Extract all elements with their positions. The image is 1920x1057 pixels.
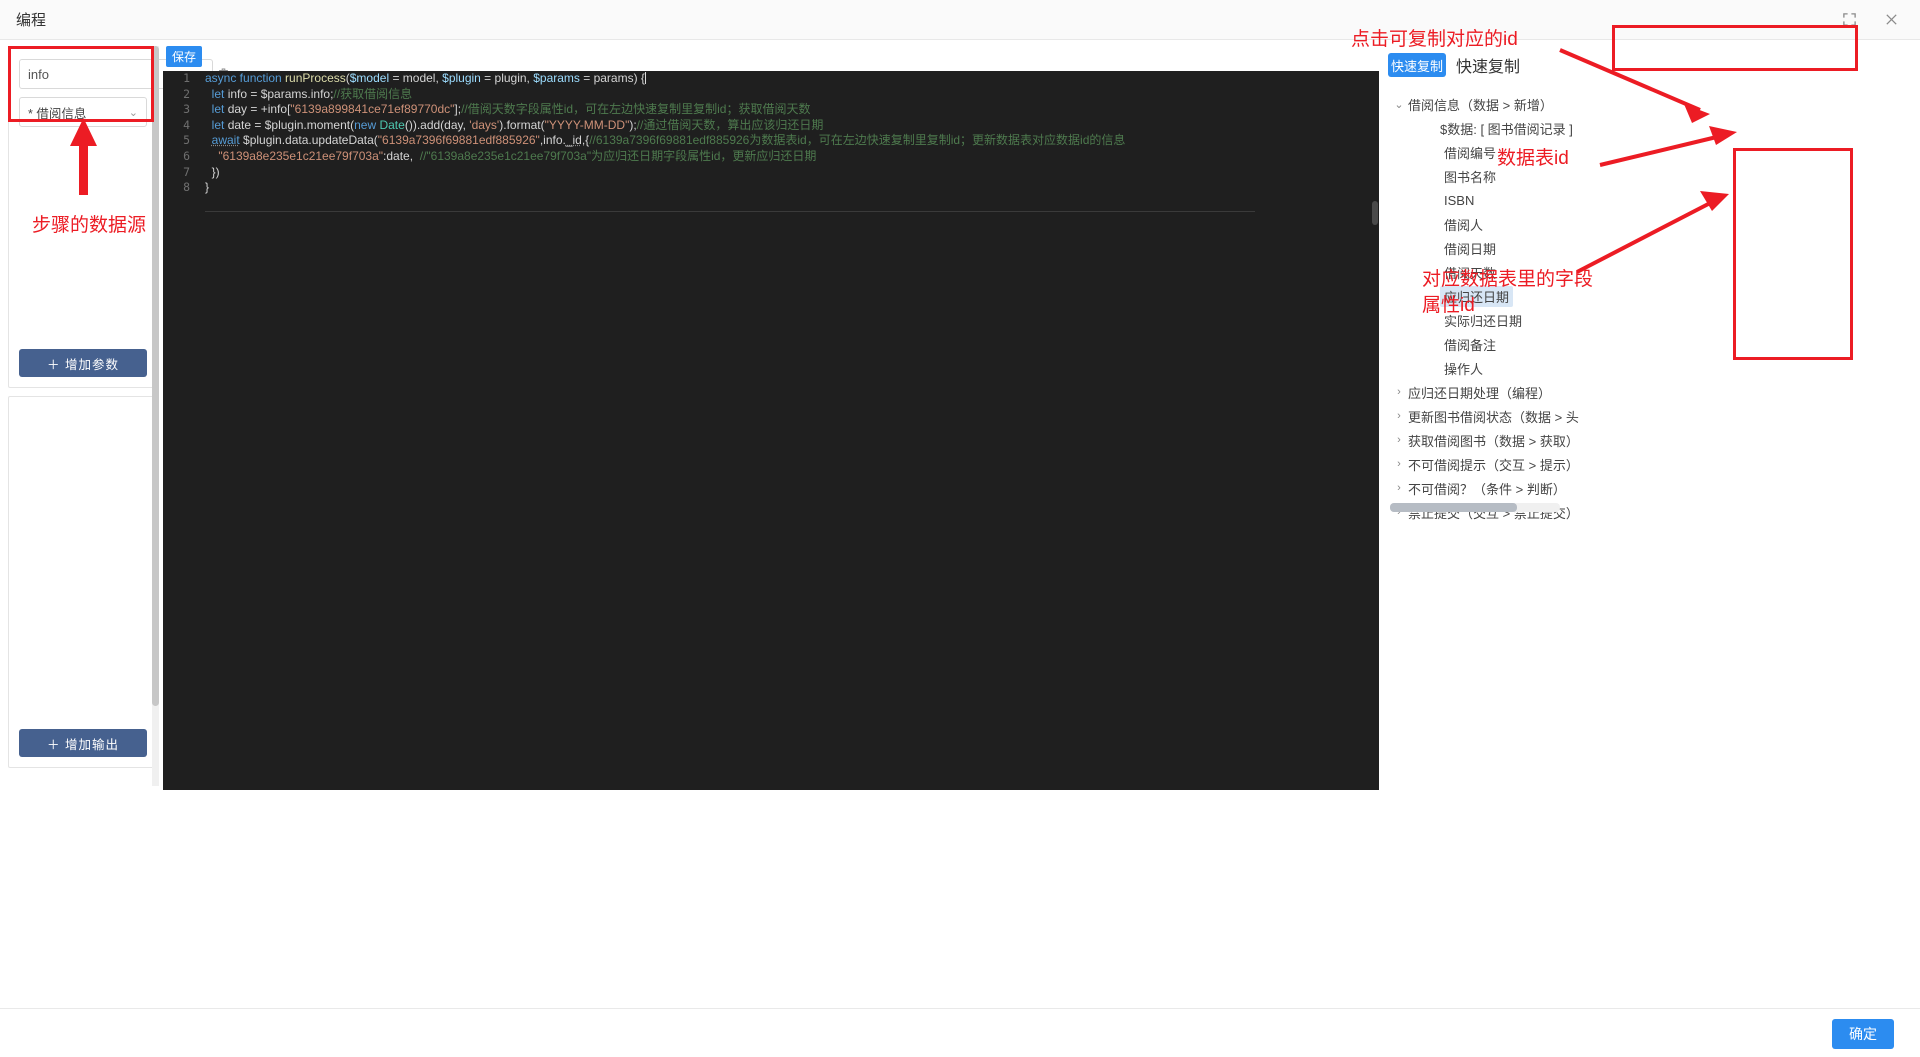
tree-item[interactable]: $数据: [ 图书借阅记录 ] — [1384, 116, 1920, 140]
quick-copy-header: 快速复制 快速复制 — [1384, 46, 1920, 84]
chevron-down-icon: ⌄ — [128, 106, 138, 119]
datasource-value: * 借阅信息 — [28, 106, 87, 121]
chevron-right-icon[interactable]: › — [1390, 482, 1408, 494]
tree-item[interactable]: › 更新图书借阅状态（数据 > 头 — [1384, 404, 1920, 428]
tree-item-label: 更新图书借阅状态（数据 > 头 — [1408, 409, 1579, 425]
quick-copy-button[interactable]: 快速复制 — [1388, 53, 1446, 77]
tree-item[interactable]: ⌄ 借阅信息（数据 > 新增） — [1384, 92, 1920, 116]
tree-item-label: 操作人 — [1444, 361, 1484, 377]
tree-item-label: ISBN — [1444, 192, 1475, 208]
tree-item-label: 应归还日期 — [1440, 285, 1514, 307]
tree-item-label: 不可借阅提示（交互 > 提示） — [1408, 457, 1579, 473]
add-output-button[interactable]: ＋ 增加输出 — [19, 729, 147, 757]
line-number: 4 — [183, 117, 190, 132]
tree-item-label: 借阅人 — [1444, 217, 1484, 233]
chevron-right-icon[interactable]: › — [1390, 434, 1408, 446]
left-panel: * 借阅信息 ⌄ ＋ 增加参数 ＋ 增加输出 — [8, 46, 228, 786]
code-line: await $plugin.data.updateData("6139a7396… — [211, 133, 1126, 148]
code-line: "6139a8e235e1c21ee79f703a":date, //"6139… — [218, 148, 817, 163]
code-line: let date = $plugin.moment(new Date()).ad… — [211, 117, 824, 132]
close-icon[interactable] — [1874, 3, 1908, 37]
restore-icon[interactable] — [1832, 3, 1866, 37]
code-lines[interactable]: async function runProcess($model = model… — [205, 71, 1375, 196]
tree-item-label: 不可借阅？（条件 > 判断） — [1408, 481, 1566, 497]
chevron-right-icon[interactable]: › — [1390, 458, 1408, 470]
tree-item[interactable]: 应归还日期 — [1384, 284, 1920, 308]
tree-item[interactable]: 操作人 — [1384, 356, 1920, 380]
save-button[interactable]: 保存 — [166, 46, 202, 67]
outputs-card: ＋ 增加输出 — [8, 396, 158, 768]
line-number: 1 — [183, 71, 190, 85]
chevron-right-icon[interactable]: › — [1390, 410, 1408, 422]
dialog-footer: 确定 — [0, 1008, 1920, 1057]
line-number: 6 — [183, 148, 190, 163]
tree-item[interactable]: 借阅备注 — [1384, 332, 1920, 356]
parameter-row — [19, 59, 228, 89]
tree-item[interactable]: › 应归还日期处理（编程） — [1384, 380, 1920, 404]
confirm-button[interactable]: 确定 — [1832, 1019, 1894, 1049]
code-pane[interactable]: 1 2 3 4 5 6 7 8 async function runProces… — [163, 71, 1379, 790]
page-title: 编程 — [16, 12, 47, 29]
tree-item-label: 实际归还日期 — [1444, 313, 1523, 329]
tree-item-label: 获取借阅图书（数据 > 获取） — [1408, 433, 1579, 449]
right-panel-scrollbar[interactable] — [1912, 46, 1920, 790]
datasource-select[interactable]: * 借阅信息 ⌄ — [19, 97, 147, 127]
tree-item-label: 图书名称 — [1444, 169, 1497, 185]
editor-scrollbar[interactable] — [1371, 71, 1379, 790]
add-param-button[interactable]: ＋ 增加参数 — [19, 349, 147, 377]
left-panel-scroll-thumb[interactable] — [152, 46, 159, 706]
line-number: 5 — [183, 133, 190, 148]
line-number: 7 — [183, 164, 190, 179]
line-number: 3 — [183, 102, 190, 117]
tree-item[interactable]: 借阅人 — [1384, 212, 1920, 236]
tree-item-label: 借阅备注 — [1444, 337, 1497, 353]
tree-item-label: 借阅日期 — [1444, 241, 1497, 257]
window-controls — [1832, 3, 1908, 37]
chevron-down-icon[interactable]: ⌄ — [1390, 98, 1408, 111]
tree-item[interactable]: 借阅天数 — [1384, 260, 1920, 284]
code-line: } — [205, 180, 210, 195]
line-number: 8 — [183, 180, 190, 195]
quick-copy-title: 快速复制 — [1456, 59, 1521, 76]
tree-horizontal-scrollbar[interactable] — [1390, 503, 1560, 512]
code-editor-area: 保存 1 2 3 4 5 6 7 8 async function runPro… — [163, 46, 1379, 790]
tree-item[interactable]: 借阅日期 — [1384, 236, 1920, 260]
tree-item[interactable]: › 获取借阅图书（数据 > 获取） — [1384, 428, 1920, 452]
tree-item[interactable]: ISBN — [1384, 188, 1920, 212]
tree-item-label: 应归还日期处理（编程） — [1408, 385, 1552, 401]
chevron-right-icon[interactable]: › — [1390, 386, 1408, 398]
line-number: 2 — [183, 86, 190, 101]
tree-scroll-thumb[interactable] — [1390, 503, 1517, 512]
line-number-gutter: 1 2 3 4 5 6 7 8 — [163, 71, 197, 790]
tree-item-label: 借阅信息（数据 > 新增） — [1408, 97, 1553, 113]
tree-item-label: 借阅天数 — [1444, 265, 1497, 281]
code-line: let info = $params.info;//获取借阅信息 — [211, 86, 413, 101]
tree-item[interactable]: › 不可借阅提示（交互 > 提示） — [1384, 452, 1920, 476]
code-line: async function runProcess($model = model… — [205, 71, 646, 85]
tree-item-label: 借阅编号 — [1444, 145, 1497, 161]
tree-item[interactable]: 图书名称 — [1384, 164, 1920, 188]
current-line-indicator — [205, 211, 1255, 212]
window-titlebar: 编程 — [0, 0, 1920, 40]
parameters-card: * 借阅信息 ⌄ ＋ 增加参数 — [8, 46, 228, 388]
tree-item[interactable]: 借阅编号 — [1384, 140, 1920, 164]
tree-item-label: $数据: [ 图书借阅记录 ] — [1440, 121, 1573, 137]
code-line: let day = +info["6139a899841ce71ef89770d… — [211, 102, 811, 117]
editor-scroll-thumb[interactable] — [1372, 201, 1378, 225]
code-line: }) — [205, 164, 220, 179]
tree-item[interactable]: 实际归还日期 — [1384, 308, 1920, 332]
quick-copy-tree[interactable]: ⌄ 借阅信息（数据 > 新增） $数据: [ 图书借阅记录 ] 借阅编号图书名称 ISB… — [1384, 92, 1920, 722]
left-panel-scrollbar[interactable] — [152, 46, 159, 786]
tree-item[interactable]: › 不可借阅？（条件 > 判断） — [1384, 476, 1920, 500]
